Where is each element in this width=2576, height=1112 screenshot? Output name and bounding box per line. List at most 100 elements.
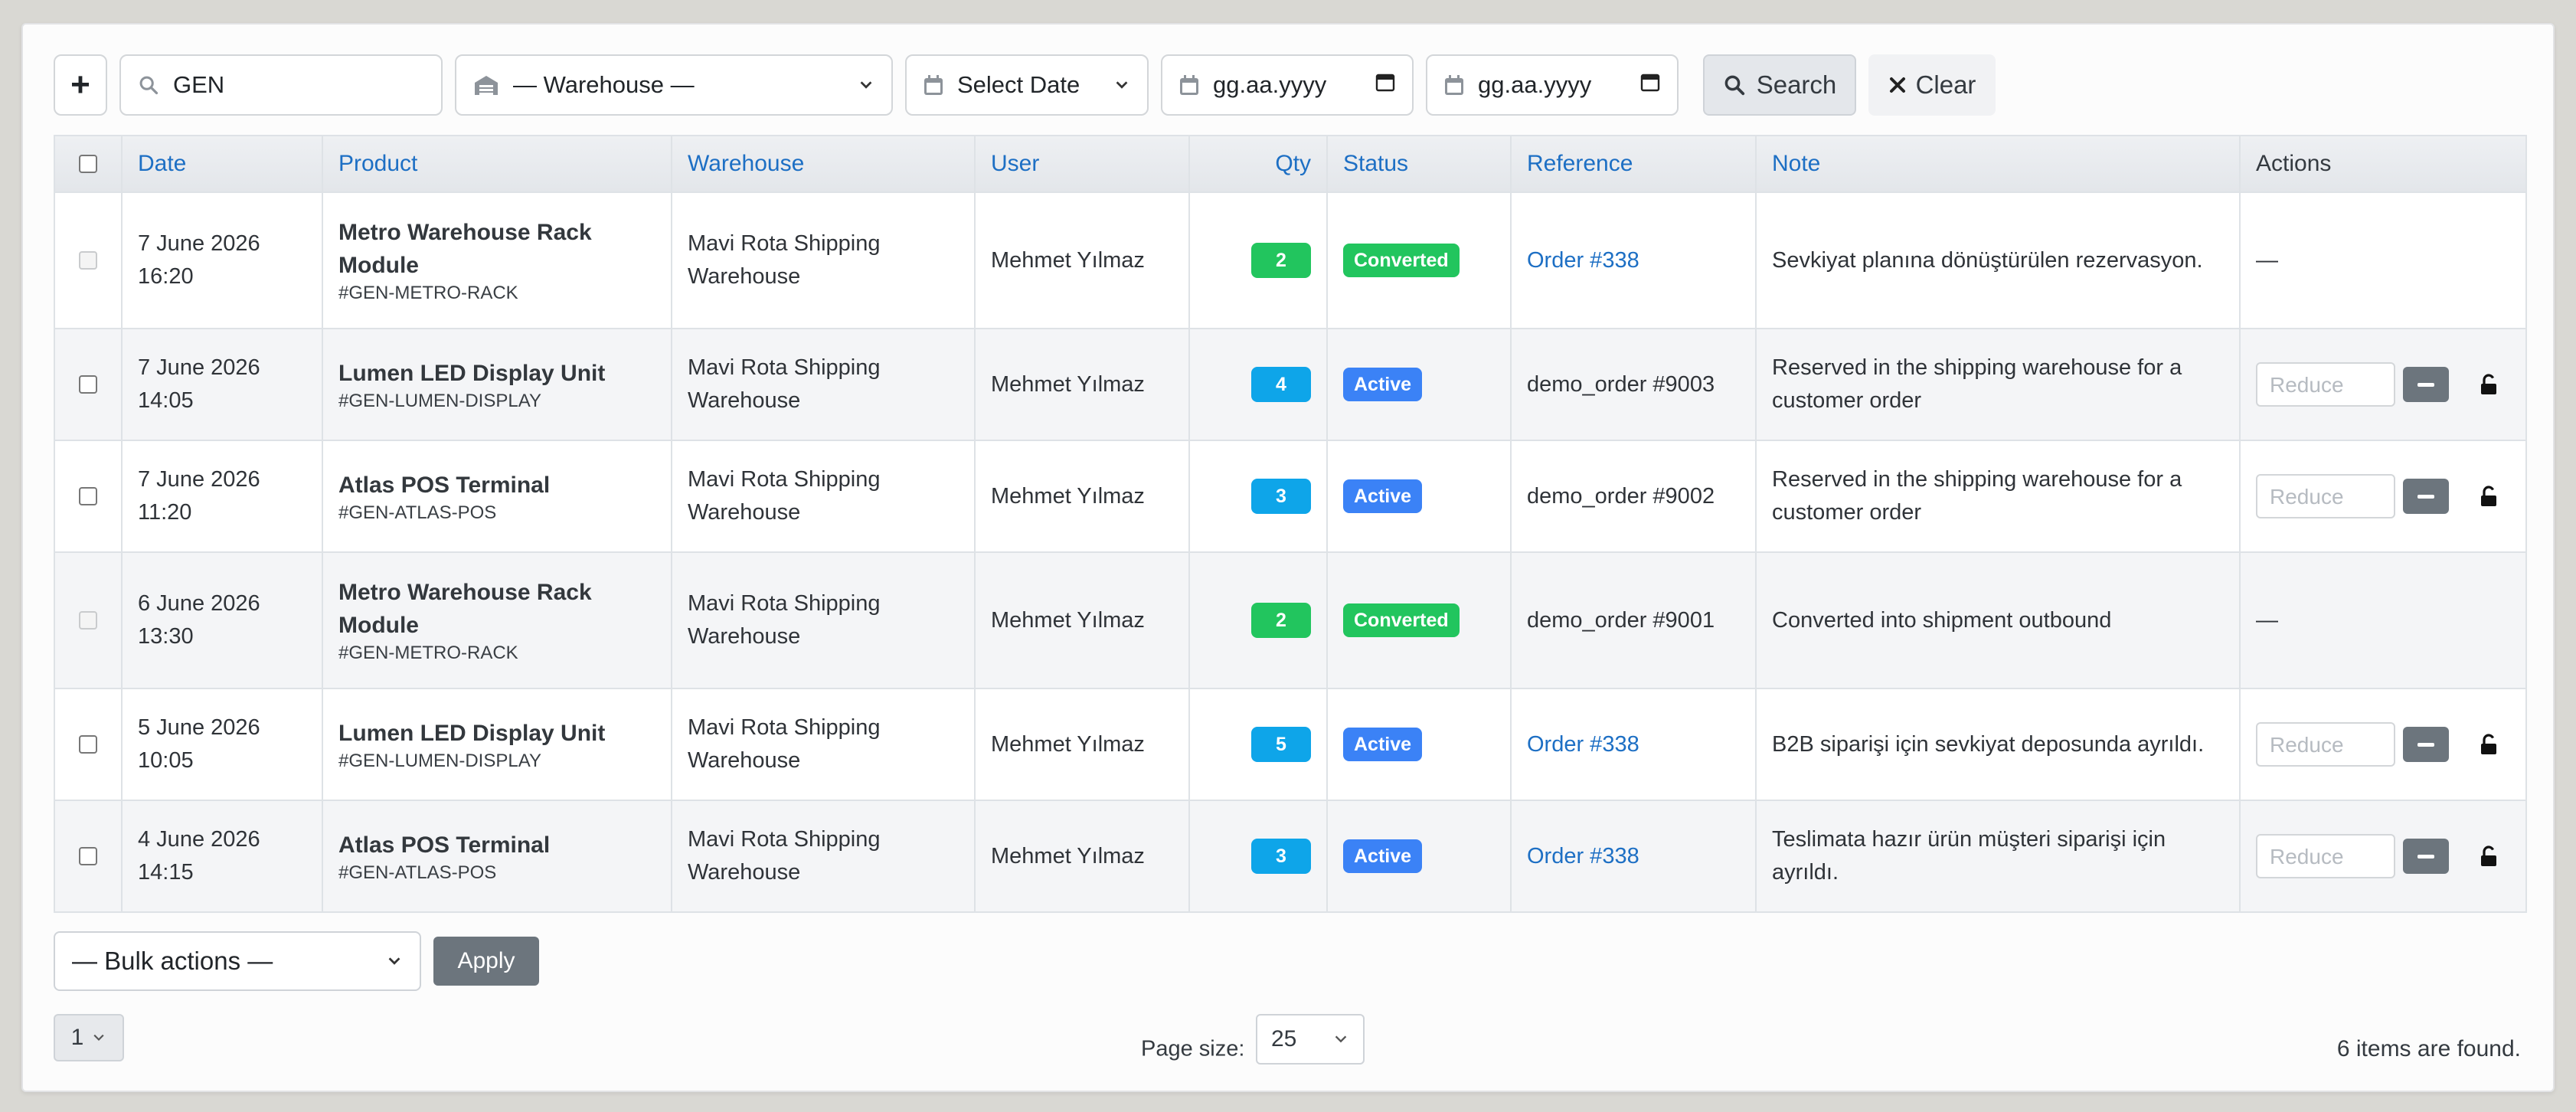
status-badge: Active — [1343, 728, 1423, 761]
row-reference-link[interactable]: Order #338 — [1527, 248, 1639, 273]
row-user: Mehmet Yılmaz — [974, 688, 1190, 801]
reduce-input[interactable]: Reduce — [2256, 474, 2395, 518]
reservations-table: Date Product Warehouse User Qty Status R… — [54, 135, 2527, 913]
row-note: Reserved in the shipping warehouse for a… — [1755, 440, 2241, 553]
column-actions: Actions — [2239, 135, 2527, 193]
warehouse-select[interactable]: — Warehouse — — [455, 54, 893, 116]
row-action-empty: — — [2239, 551, 2527, 689]
date-to-placeholder: gg.aa.yyyy — [1478, 71, 1592, 98]
apply-button[interactable]: Apply — [433, 937, 539, 986]
row-note: Reserved in the shipping warehouse for a… — [1755, 328, 2241, 441]
row-actions: Reduce — [2256, 834, 2510, 878]
column-note[interactable]: Note — [1755, 135, 2241, 193]
row-qty-badge: 3 — [1251, 839, 1311, 874]
row-actions: Reduce — [2256, 362, 2510, 407]
reduce-placeholder: Reduce — [2270, 844, 2344, 868]
minus-icon — [2417, 742, 2434, 747]
row-checkbox — [79, 251, 97, 270]
clear-button[interactable]: Clear — [1868, 54, 1996, 116]
row-checkbox[interactable] — [79, 487, 97, 505]
calendar-picker-icon[interactable] — [1375, 71, 1395, 99]
date-from-placeholder: gg.aa.yyyy — [1213, 71, 1327, 98]
reduce-button[interactable] — [2403, 367, 2449, 402]
reduce-placeholder: Reduce — [2270, 484, 2344, 509]
search-icon — [138, 74, 159, 96]
calendar-picker-icon[interactable] — [1640, 71, 1660, 99]
column-status[interactable]: Status — [1326, 135, 1512, 193]
column-user[interactable]: User — [974, 135, 1190, 193]
search-button[interactable]: Search — [1703, 54, 1856, 116]
row-product-sku: #GEN-LUMEN-DISPLAY — [338, 390, 541, 411]
reduce-input[interactable]: Reduce — [2256, 362, 2395, 407]
row-user: Mehmet Yılmaz — [974, 440, 1190, 553]
column-reference[interactable]: Reference — [1510, 135, 1757, 193]
row-warehouse: Mavi Rota Shipping Warehouse — [671, 191, 976, 329]
status-badge: Active — [1343, 839, 1423, 873]
lock-icon[interactable] — [2480, 374, 2498, 395]
row-product-sku: #GEN-METRO-RACK — [338, 283, 518, 303]
column-product[interactable]: Product — [322, 135, 672, 193]
page-size-select[interactable]: 25 — [1256, 1014, 1365, 1065]
add-button[interactable]: + — [54, 54, 107, 116]
page-select[interactable]: 1 — [54, 1014, 124, 1061]
select-all-checkbox[interactable] — [79, 155, 97, 173]
row-qty-badge: 2 — [1251, 603, 1311, 638]
search-input[interactable]: GEN — [119, 54, 443, 116]
reduce-placeholder: Reduce — [2270, 732, 2344, 757]
row-time: 16:20 — [138, 264, 194, 289]
status-badge: Active — [1343, 479, 1423, 513]
row-time: 14:15 — [138, 860, 194, 885]
row-product-sku: #GEN-ATLAS-POS — [338, 502, 497, 523]
lock-icon[interactable] — [2480, 734, 2498, 755]
row-product-name: Atlas POS Terminal — [338, 832, 551, 858]
select-all-header[interactable] — [54, 135, 123, 193]
table-header-row: Date Product Warehouse User Qty Status R… — [54, 135, 2527, 193]
row-reference: demo_order #9003 — [1510, 328, 1757, 441]
table-row: 7 June 2026 16:20 Metro Warehouse Rack Mo… — [54, 191, 2527, 329]
bulk-actions-select[interactable]: — Bulk actions — — [54, 931, 421, 991]
lock-icon[interactable] — [2480, 845, 2498, 867]
lock-icon[interactable] — [2480, 486, 2498, 507]
calendar-icon — [1179, 74, 1199, 96]
row-user: Mehmet Yılmaz — [974, 800, 1190, 913]
chevron-down-icon — [93, 1034, 104, 1042]
date-range-select[interactable]: Select Date — [905, 54, 1149, 116]
row-time: 11:20 — [138, 500, 192, 525]
page-number: 1 — [70, 1025, 84, 1050]
column-qty[interactable]: Qty — [1188, 135, 1328, 193]
chevron-down-icon — [1116, 81, 1128, 89]
row-date: 7 June 2026 — [138, 355, 260, 380]
table-row: 6 June 2026 13:30 Metro Warehouse Rack Mo… — [54, 551, 2527, 689]
row-actions: Reduce — [2256, 474, 2510, 518]
plus-icon: + — [70, 66, 90, 103]
row-user: Mehmet Yılmaz — [974, 551, 1190, 689]
reduce-button[interactable] — [2403, 839, 2449, 874]
reduce-button[interactable] — [2403, 479, 2449, 514]
status-badge: Active — [1343, 368, 1423, 401]
row-time: 10:05 — [138, 748, 194, 773]
row-checkbox[interactable] — [79, 375, 97, 394]
status-badge: Converted — [1343, 244, 1460, 277]
column-warehouse[interactable]: Warehouse — [671, 135, 976, 193]
row-reference: demo_order #9002 — [1510, 440, 1757, 553]
column-date[interactable]: Date — [121, 135, 323, 193]
page-size-value: 25 — [1271, 1026, 1297, 1051]
date-from-input[interactable]: gg.aa.yyyy — [1161, 54, 1414, 116]
row-note: Teslimata hazır ürün müşteri siparişi iç… — [1755, 800, 2241, 913]
row-product-name: Lumen LED Display Unit — [338, 720, 606, 746]
reduce-input[interactable]: Reduce — [2256, 834, 2395, 878]
search-input-value: GEN — [173, 71, 225, 98]
row-warehouse: Mavi Rota Shipping Warehouse — [671, 688, 976, 801]
row-product-name: Metro Warehouse Rack Module — [338, 220, 592, 278]
reduce-button[interactable] — [2403, 727, 2449, 762]
date-to-input[interactable]: gg.aa.yyyy — [1426, 54, 1679, 116]
row-warehouse: Mavi Rota Shipping Warehouse — [671, 551, 976, 689]
row-warehouse: Mavi Rota Shipping Warehouse — [671, 440, 976, 553]
row-checkbox[interactable] — [79, 847, 97, 865]
row-checkbox[interactable] — [79, 735, 97, 754]
row-note: B2B siparişi için sevkiyat deposunda ayr… — [1755, 688, 2241, 801]
row-reference-link[interactable]: Order #338 — [1527, 844, 1639, 868]
reduce-input[interactable]: Reduce — [2256, 722, 2395, 767]
row-reference-link[interactable]: Order #338 — [1527, 732, 1639, 757]
chevron-down-icon — [1335, 1035, 1347, 1043]
